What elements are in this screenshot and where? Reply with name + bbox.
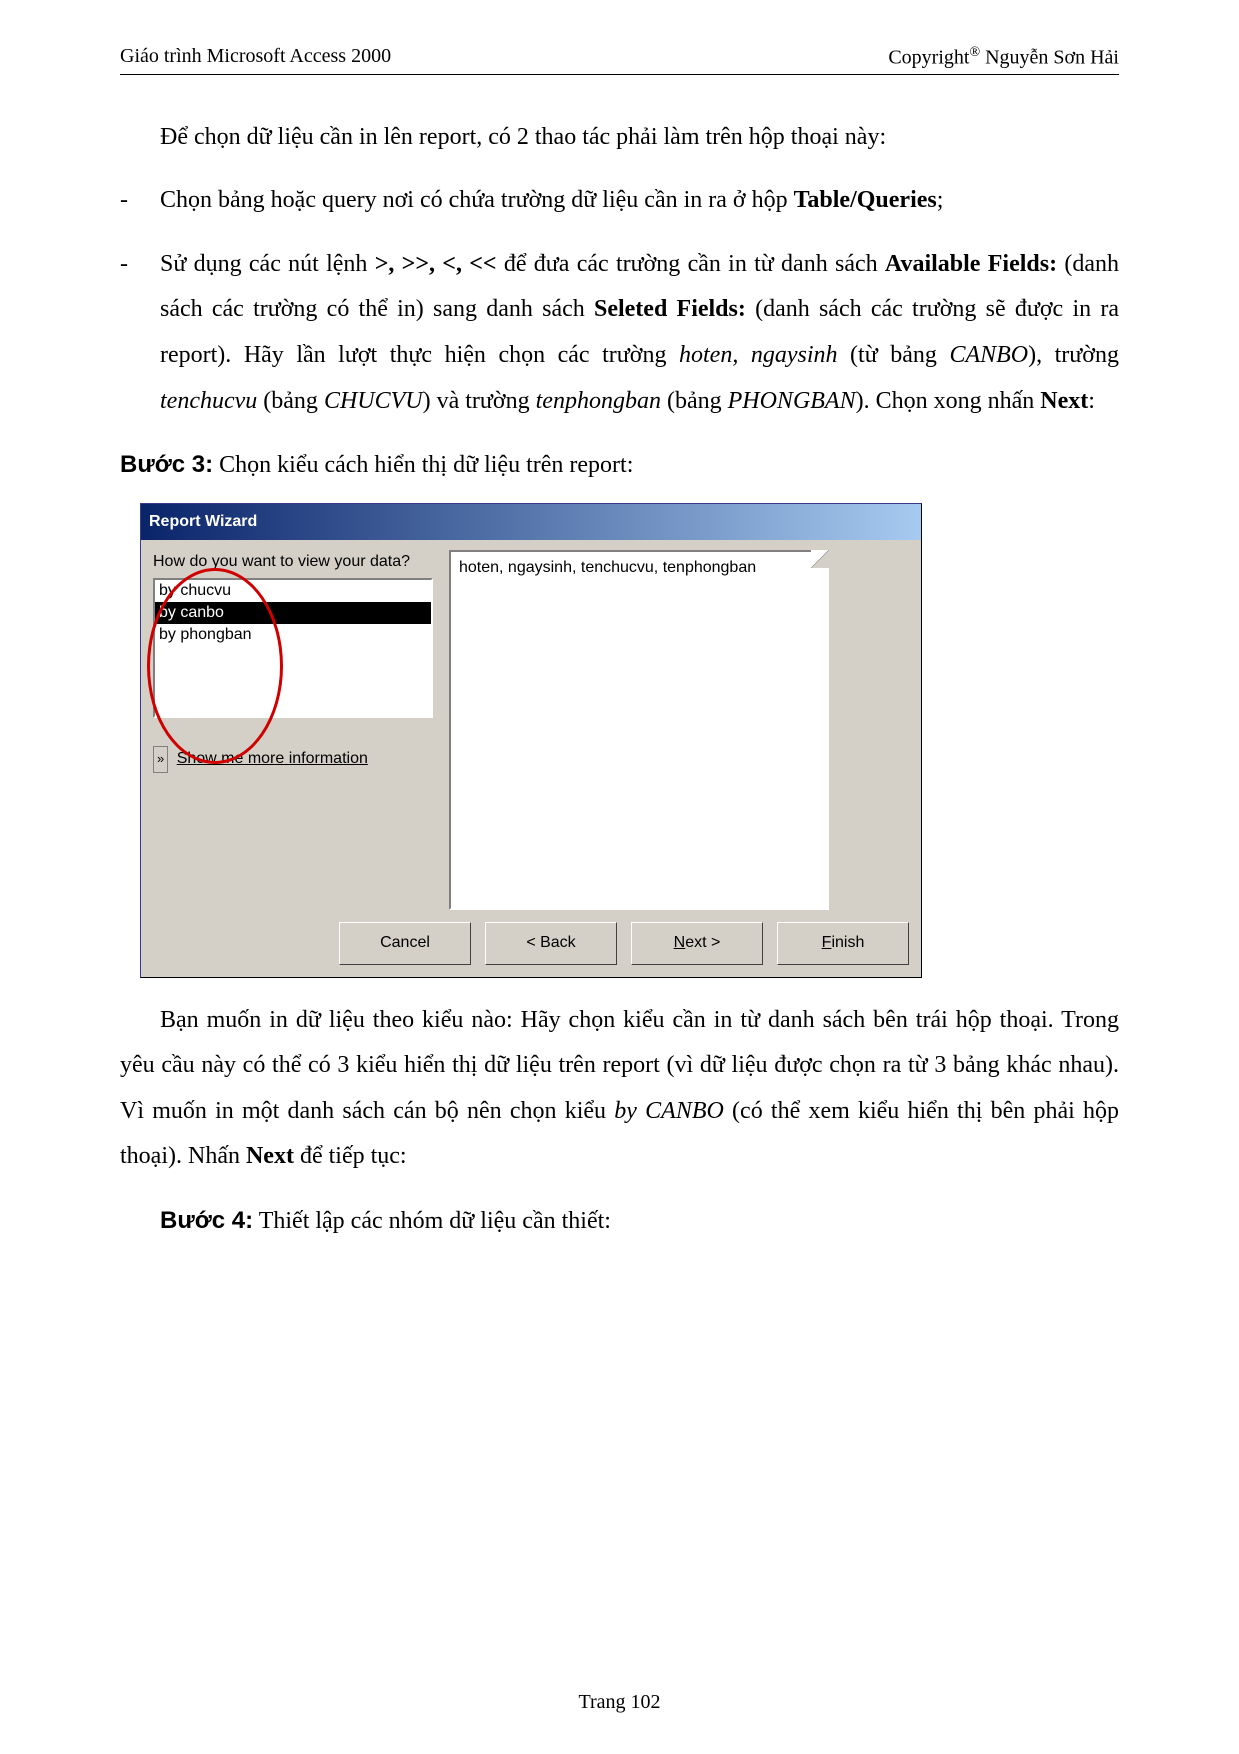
bullet-2: - Sử dụng các nút lệnh >, >>, <, << để đ…	[120, 242, 1119, 424]
page-header: Giáo trình Microsoft Access 2000 Copyrig…	[120, 45, 1119, 75]
after-dialog-paragraph: Bạn muốn in dữ liệu theo kiểu nào: Hãy c…	[120, 998, 1119, 1180]
annotation-circle-icon	[147, 568, 283, 764]
back-button[interactable]: < Back	[485, 922, 617, 964]
header-left: Giáo trình Microsoft Access 2000	[120, 45, 391, 70]
step-4: Bước 4: Thiết lập các nhóm dữ liệu cần t…	[120, 1198, 1119, 1245]
page-number: Trang 102	[0, 1691, 1239, 1714]
cancel-button[interactable]: Cancel	[339, 922, 471, 964]
intro-paragraph: Để chọn dữ liệu cần in lên report, có 2 …	[120, 115, 1119, 161]
double-arrow-icon: »	[153, 746, 168, 773]
dialog-question: How do you want to view your data?	[153, 552, 433, 572]
step-3: Bước 3: Chọn kiểu cách hiển thị dữ liệu …	[120, 442, 1119, 489]
next-button[interactable]: Next >	[631, 922, 763, 964]
finish-button[interactable]: Finish	[777, 922, 909, 964]
bullet-1: - Chọn bảng hoặc query nơi có chứa trườn…	[120, 178, 1119, 224]
dialog-title: Report Wizard	[141, 504, 921, 540]
report-wizard-dialog: Report Wizard How do you want to view yo…	[140, 503, 922, 978]
header-right: Copyright® Nguyễn Sơn Hải	[888, 45, 1119, 70]
preview-panel: hoten, ngaysinh, tenchucvu, tenphongban	[449, 550, 829, 910]
